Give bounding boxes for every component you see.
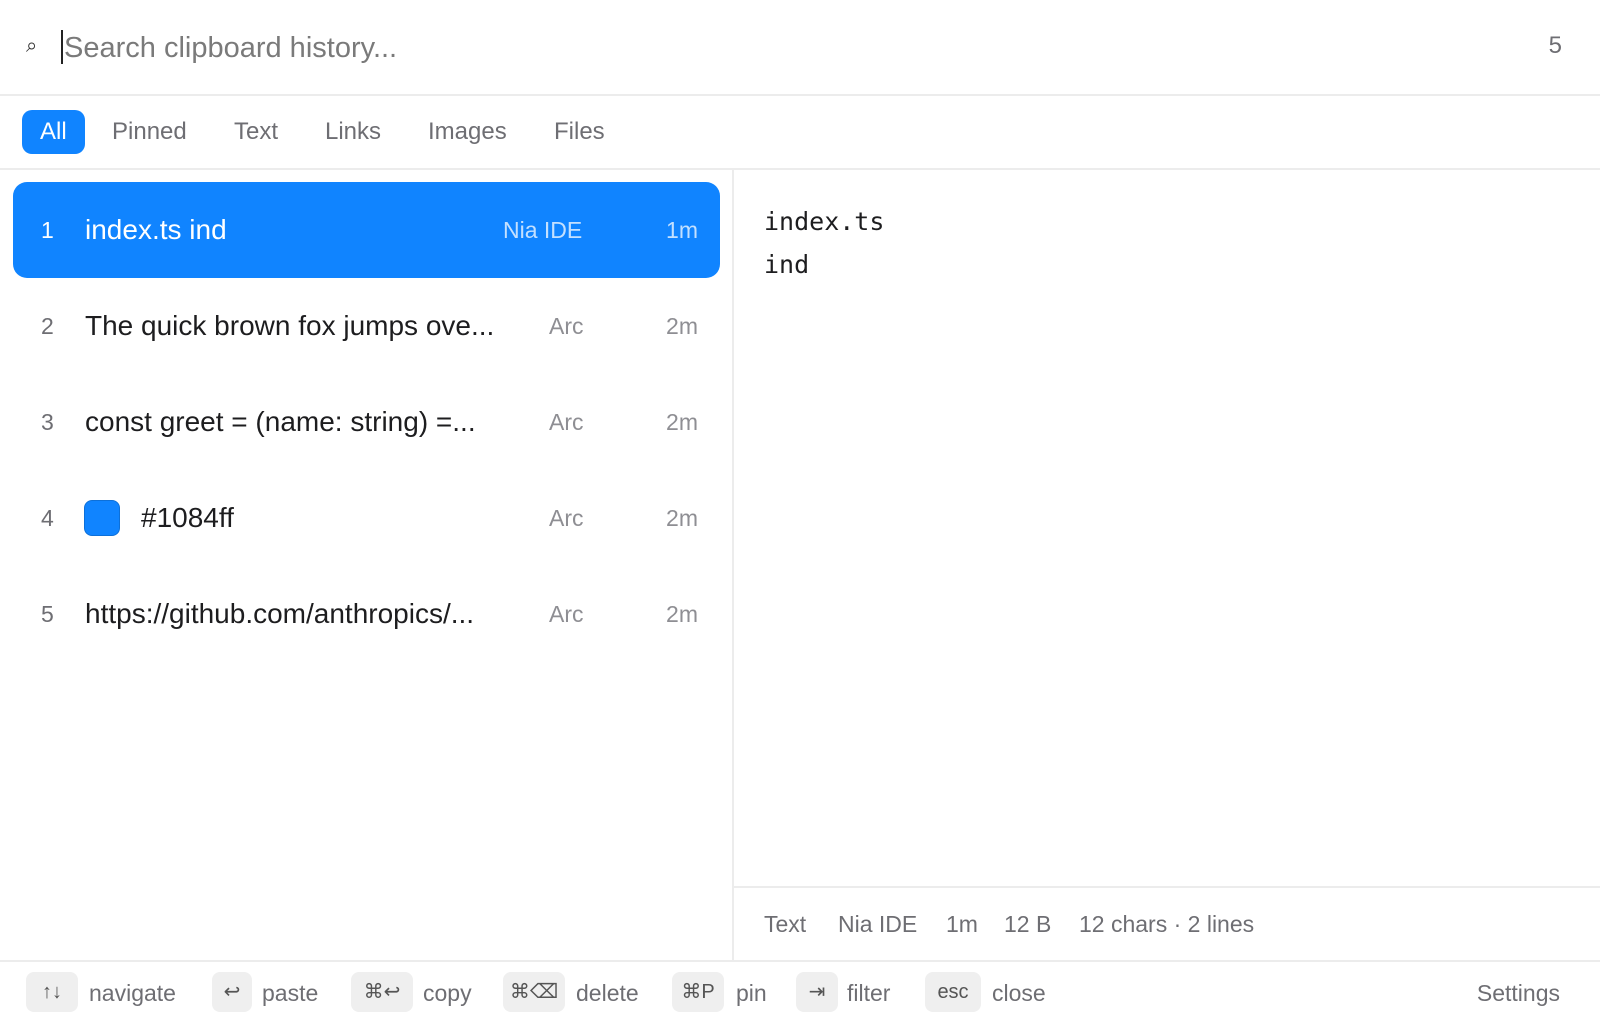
preview-content: index.ts ind bbox=[764, 207, 885, 279]
item-time: 2m bbox=[666, 313, 698, 339]
item-time: 1m bbox=[666, 217, 698, 243]
list-item[interactable]: 5 https://github.com/anthropics/... Arc … bbox=[13, 566, 720, 662]
list-item[interactable]: 4 #1084ff Arc 2m bbox=[13, 470, 720, 566]
tab-links[interactable]: Links bbox=[307, 110, 399, 154]
shortcut-key: esc bbox=[925, 972, 981, 1012]
item-source-app: Arc bbox=[549, 313, 584, 339]
shortcut-label: delete bbox=[576, 980, 639, 1006]
preview-metadata: Text Nia IDE 1m 12 B 12 chars · 2 lines bbox=[734, 886, 1600, 960]
list-item[interactable]: 1 index.ts ind Nia IDE 1m bbox=[13, 182, 720, 278]
shortcut-key: ⌘P bbox=[672, 972, 724, 1012]
item-time: 2m bbox=[666, 409, 698, 435]
text-caret bbox=[61, 30, 63, 64]
filter-tabs: All Pinned Text Links Images Files bbox=[0, 96, 1600, 170]
meta-source-app: Nia IDE bbox=[838, 911, 918, 937]
item-content: #1084ff bbox=[141, 502, 234, 533]
meta-stats: 12 chars · 2 lines bbox=[1079, 911, 1255, 937]
item-time: 2m bbox=[666, 505, 698, 531]
result-count: 5 bbox=[1548, 32, 1562, 59]
tab-pinned[interactable]: Pinned bbox=[94, 110, 205, 154]
shortcut-key: ⌘↩ bbox=[351, 972, 413, 1012]
shortcut-label: navigate bbox=[89, 980, 176, 1006]
item-content: The quick brown fox jumps ove... bbox=[85, 310, 495, 341]
item-content: const greet = (name: string) =... bbox=[85, 406, 476, 437]
preview-pane: index.ts ind bbox=[734, 170, 1600, 888]
list-item[interactable]: 3 const greet = (name: string) =... Arc … bbox=[13, 374, 720, 470]
meta-type: Text bbox=[764, 911, 807, 937]
item-content: https://github.com/anthropics/... bbox=[85, 598, 475, 629]
tab-files[interactable]: Files bbox=[536, 110, 623, 154]
meta-time: 1m bbox=[946, 911, 978, 937]
shortcut-label: filter bbox=[847, 980, 891, 1006]
meta-size: 12 B bbox=[1004, 911, 1052, 937]
shortcut-key: ⇥ bbox=[796, 972, 838, 1012]
item-source-app: Arc bbox=[549, 601, 584, 627]
shortcut-label: close bbox=[992, 980, 1046, 1006]
shortcut-label: pin bbox=[736, 980, 767, 1006]
item-time: 2m bbox=[666, 601, 698, 627]
shortcut-key: ↑↓ bbox=[26, 972, 78, 1012]
item-index: 1 bbox=[41, 217, 54, 243]
tab-text[interactable]: Text bbox=[216, 110, 296, 154]
color-swatch bbox=[84, 500, 120, 536]
shortcut-label: paste bbox=[262, 980, 319, 1006]
tab-images[interactable]: Images bbox=[410, 110, 525, 154]
item-index: 4 bbox=[41, 505, 54, 531]
item-index: 5 bbox=[41, 601, 54, 627]
list-item[interactable]: 2 The quick brown fox jumps ove... Arc 2… bbox=[13, 278, 720, 374]
clipboard-list: 1 index.ts ind Nia IDE 1m 2 The quick br… bbox=[0, 170, 734, 960]
shortcut-key: ⌘⌫ bbox=[503, 972, 565, 1012]
search-bar: ⌕ 5 bbox=[0, 0, 1600, 96]
settings-link[interactable]: Settings bbox=[1477, 972, 1560, 1014]
item-source-app: Nia IDE bbox=[503, 217, 583, 243]
item-content: index.ts ind bbox=[85, 214, 227, 245]
item-source-app: Arc bbox=[549, 409, 584, 435]
search-input[interactable] bbox=[60, 22, 1444, 74]
item-index: 3 bbox=[41, 409, 54, 435]
tab-all[interactable]: All bbox=[22, 110, 85, 154]
shortcut-footer: ↑↓ navigate ↩ paste ⌘↩ copy ⌘⌫ delete ⌘P… bbox=[0, 960, 1600, 1022]
item-index: 2 bbox=[41, 313, 54, 339]
search-icon: ⌕ bbox=[26, 35, 38, 57]
item-source-app: Arc bbox=[549, 505, 584, 531]
shortcut-key: ↩ bbox=[212, 972, 252, 1012]
shortcut-label: copy bbox=[423, 980, 472, 1006]
